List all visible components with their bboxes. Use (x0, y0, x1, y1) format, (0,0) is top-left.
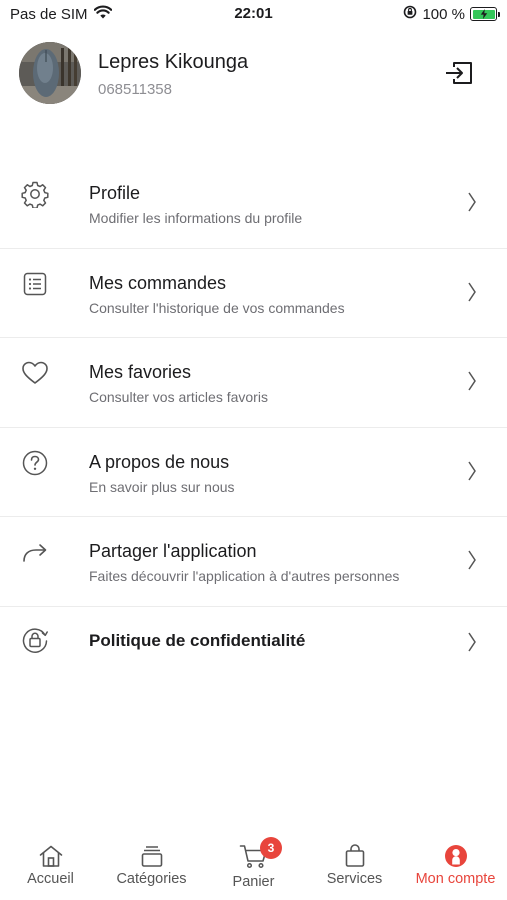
chevron-right-icon (466, 191, 478, 213)
chevron-right-icon (466, 281, 478, 303)
tab-cart[interactable]: 3 Panier (203, 835, 304, 895)
menu-item-title: Politique de confidentialité (89, 630, 306, 650)
tab-label: Panier (232, 874, 275, 890)
menu-item-title: Profile (89, 183, 141, 203)
menu-item-title: Mes commandes (89, 272, 227, 293)
tab-label: Mon compte (415, 871, 496, 887)
menu-item-title: Mes favories (89, 362, 192, 382)
menu-item-title: Partager l'application (89, 541, 257, 561)
share-icon (20, 537, 50, 567)
menu-item-favorites[interactable]: Mes favories Consulter vos articles favo… (0, 338, 507, 428)
menu-item-subtitle: Faites découvrir l'application à d'autre… (89, 568, 400, 584)
menu-item-title: A propos de nous (89, 451, 230, 472)
orientation-lock-icon (403, 5, 417, 23)
gear-icon (20, 179, 50, 209)
account-menu: Profile Modifier les informations du pro… (0, 159, 507, 677)
chevron-right-icon (466, 631, 478, 653)
privacy-lock-icon (20, 625, 50, 655)
tab-services[interactable]: Services (304, 835, 405, 895)
battery-percent: 100 % (422, 5, 465, 23)
avatar[interactable] (19, 42, 81, 104)
menu-item-about[interactable]: A propos de nous En savoir plus sur nous (0, 428, 507, 517)
user-name: Lepres Kikounga (98, 51, 249, 73)
menu-item-orders[interactable]: Mes commandes Consulter l'historique de … (0, 249, 507, 338)
cart-icon (203, 843, 304, 869)
tab-bar: Accueil Catégories 3 Panier Services Mon… (0, 835, 507, 900)
chevron-right-icon (466, 549, 478, 571)
logout-button[interactable] (442, 58, 476, 92)
bag-icon (304, 843, 405, 869)
status-right: 100 % (403, 5, 500, 23)
heart-icon (20, 358, 50, 388)
menu-item-subtitle: Consulter l'historique de vos commandes (89, 299, 345, 316)
tab-home[interactable]: Accueil (0, 835, 101, 895)
menu-item-profile[interactable]: Profile Modifier les informations du pro… (0, 159, 507, 249)
question-icon (20, 448, 50, 478)
menu-item-share[interactable]: Partager l'application Faites découvrir … (0, 517, 507, 607)
menu-item-subtitle: Consulter vos articles favoris (89, 389, 268, 405)
list-icon (20, 269, 50, 299)
menu-item-subtitle: En savoir plus sur nous (89, 478, 235, 495)
menu-item-privacy[interactable]: Politique de confidentialité (0, 607, 507, 677)
profile-header: Lepres Kikounga 068511358 (0, 42, 507, 108)
tab-label: Services (326, 871, 383, 887)
tab-account[interactable]: Mon compte (405, 835, 506, 895)
status-bar: Pas de SIM 22:01 100 % (0, 0, 507, 30)
user-phone: 068511358 (98, 81, 172, 98)
tab-categories[interactable]: Catégories (101, 835, 202, 895)
categories-icon (101, 843, 202, 869)
account-icon (405, 843, 506, 869)
cart-badge: 3 (260, 837, 282, 859)
logout-icon (444, 60, 474, 91)
chevron-right-icon (466, 460, 478, 482)
home-icon (0, 843, 101, 869)
tab-label: Accueil (27, 871, 74, 887)
tab-label: Catégories (116, 871, 187, 887)
menu-item-subtitle: Modifier les informations du profile (89, 210, 303, 226)
battery-charging-icon (470, 7, 500, 21)
chevron-right-icon (466, 370, 478, 392)
